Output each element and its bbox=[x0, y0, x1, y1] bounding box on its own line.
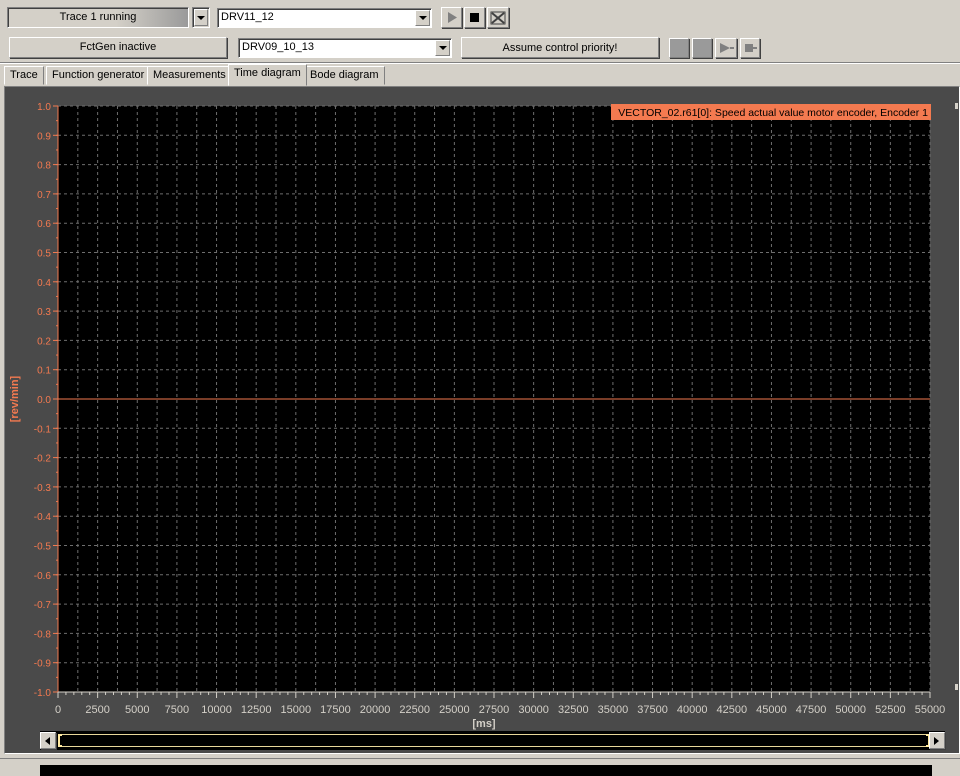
x-tick-label: 12500 bbox=[241, 704, 272, 716]
y-tick-label: -0.6 bbox=[34, 571, 52, 582]
tab-function-generator-label: Function generator bbox=[52, 69, 145, 81]
stop-button[interactable] bbox=[464, 7, 485, 28]
x-tick-label: 20000 bbox=[360, 704, 391, 716]
x-tick-label: 25000 bbox=[439, 704, 470, 716]
y-tick-label: 0.2 bbox=[37, 336, 51, 347]
drive-select-2-value: DRV09_10_13 bbox=[242, 41, 314, 53]
x-tick-label: 47500 bbox=[796, 704, 827, 716]
toolbar-separator bbox=[0, 62, 960, 64]
chevron-down-icon bbox=[194, 9, 208, 26]
fg-start-button[interactable] bbox=[669, 38, 689, 58]
tab-trace[interactable]: Trace bbox=[4, 66, 44, 85]
x-tick-label: 22500 bbox=[399, 704, 430, 716]
x-tick-label: 0 bbox=[55, 704, 61, 716]
x-tick-label: 42500 bbox=[717, 704, 748, 716]
fctgen-status-text: FctGen inactive bbox=[79, 41, 157, 53]
fctgen-status: FctGen inactive bbox=[9, 37, 227, 58]
reset-button[interactable] bbox=[487, 7, 509, 28]
y-tick-label: -0.3 bbox=[34, 483, 52, 494]
tab-trace-label: Trace bbox=[10, 69, 38, 81]
y-tick-label: -0.2 bbox=[34, 454, 52, 465]
trace-status-field: Trace 1 running bbox=[7, 7, 189, 28]
x-tick-label: 32500 bbox=[558, 704, 589, 716]
x-tick-label: 35000 bbox=[598, 704, 629, 716]
tab-time-diagram-label: Time diagram bbox=[234, 67, 301, 79]
x-tick-label: 10000 bbox=[201, 704, 232, 716]
x-tick-label: 7500 bbox=[165, 704, 189, 716]
fg-stop2-button[interactable] bbox=[740, 38, 760, 58]
tab-function-generator[interactable]: Function generator bbox=[46, 66, 151, 85]
fg-stop-button[interactable] bbox=[692, 38, 712, 58]
legend-label: VECTOR_02.r61[0]: Speed actual value mot… bbox=[618, 107, 928, 119]
y-tick-label: -0.1 bbox=[34, 424, 52, 435]
y-tick-label: 0.5 bbox=[37, 249, 51, 260]
y-tick-label: 0.1 bbox=[37, 366, 51, 377]
scroll-right-button[interactable] bbox=[929, 732, 945, 749]
x-tick-label: 52500 bbox=[875, 704, 906, 716]
trace-status-text: Trace 1 running bbox=[59, 11, 137, 23]
x-tick-label: 27500 bbox=[479, 704, 510, 716]
x-tick-label: 5000 bbox=[125, 704, 149, 716]
x-tick-label: 40000 bbox=[677, 704, 708, 716]
y-tick-label: 1.0 bbox=[37, 102, 51, 113]
play-icon bbox=[720, 43, 734, 53]
x-tick-label: 37500 bbox=[637, 704, 668, 716]
y-tick-label: 0.7 bbox=[37, 190, 51, 201]
stop-icon bbox=[745, 44, 757, 52]
y-tick-label: -0.7 bbox=[34, 600, 52, 611]
y-tick-label: 0.0 bbox=[37, 395, 51, 406]
tab-measurements-label: Measurements bbox=[153, 69, 226, 81]
y-tick-label: 0.9 bbox=[37, 131, 51, 142]
drive-select-2[interactable]: DRV09_10_13 bbox=[238, 38, 452, 58]
x-tick-label: 15000 bbox=[281, 704, 312, 716]
fg-play-button[interactable] bbox=[715, 38, 737, 58]
chevron-right-icon bbox=[934, 736, 939, 745]
x-axis-label: [ms] bbox=[472, 718, 496, 730]
tab-measurements[interactable]: Measurements bbox=[147, 66, 232, 85]
assume-control-button[interactable]: Assume control priority! bbox=[461, 37, 659, 58]
y-tick-label: 0.3 bbox=[37, 307, 51, 318]
tab-bode-diagram-label: Bode diagram bbox=[310, 69, 379, 81]
scroll-thumb-left-grip[interactable] bbox=[58, 734, 62, 747]
x-tick-label: 50000 bbox=[835, 704, 866, 716]
tab-bode-diagram[interactable]: Bode diagram bbox=[304, 66, 385, 85]
play-button[interactable] bbox=[441, 7, 462, 28]
drive-select[interactable]: DRV11_12 bbox=[217, 8, 432, 28]
y-tick-label: -1.0 bbox=[34, 688, 52, 699]
y-tick-label: -0.5 bbox=[34, 542, 52, 553]
bottom-dark-pane bbox=[40, 765, 932, 776]
chevron-down-icon bbox=[415, 10, 430, 26]
reset-icon bbox=[490, 11, 506, 24]
x-tick-label: 2500 bbox=[85, 704, 109, 716]
x-tick-label: 45000 bbox=[756, 704, 787, 716]
x-tick-label: 30000 bbox=[518, 704, 549, 716]
y-tick-label: 0.8 bbox=[37, 161, 51, 172]
tab-time-diagram[interactable]: Time diagram bbox=[228, 64, 307, 86]
y-tick-label: -0.4 bbox=[34, 512, 52, 523]
drive-select-value: DRV11_12 bbox=[221, 11, 274, 23]
chevron-down-icon bbox=[435, 40, 450, 56]
time-diagram-panel: 1.0 0.9 0.8 0.7 0.6 0.5 0.4 0.3 0.2 0.1 0.0 -0.1 -0.… bbox=[4, 86, 960, 754]
time-scrollbar[interactable] bbox=[40, 731, 945, 750]
chevron-left-icon bbox=[45, 736, 50, 745]
right-scale-handle-bottom[interactable] bbox=[955, 684, 958, 690]
scroll-thumb[interactable] bbox=[58, 734, 930, 747]
assume-control-label: Assume control priority! bbox=[502, 41, 618, 54]
right-scale-handle-top[interactable] bbox=[955, 103, 958, 109]
play-icon bbox=[447, 12, 457, 23]
x-tick-label: 55000 bbox=[915, 704, 946, 716]
y-tick-label: 0.6 bbox=[37, 219, 51, 230]
y-tick-label: -0.9 bbox=[34, 659, 52, 670]
time-diagram-chart: 1.0 0.9 0.8 0.7 0.6 0.5 0.4 0.3 0.2 0.1 0.0 -0.1 -0.… bbox=[5, 87, 959, 753]
bottom-splitter bbox=[0, 758, 960, 776]
y-tick-label: -0.8 bbox=[34, 629, 52, 640]
y-tick-label: 0.4 bbox=[37, 278, 51, 289]
x-tick-label: 17500 bbox=[320, 704, 351, 716]
trace-dropdown[interactable] bbox=[192, 7, 210, 28]
y-axis-label: [rev/min] bbox=[9, 375, 21, 422]
scroll-left-button[interactable] bbox=[40, 732, 56, 749]
stop-icon bbox=[469, 12, 479, 22]
